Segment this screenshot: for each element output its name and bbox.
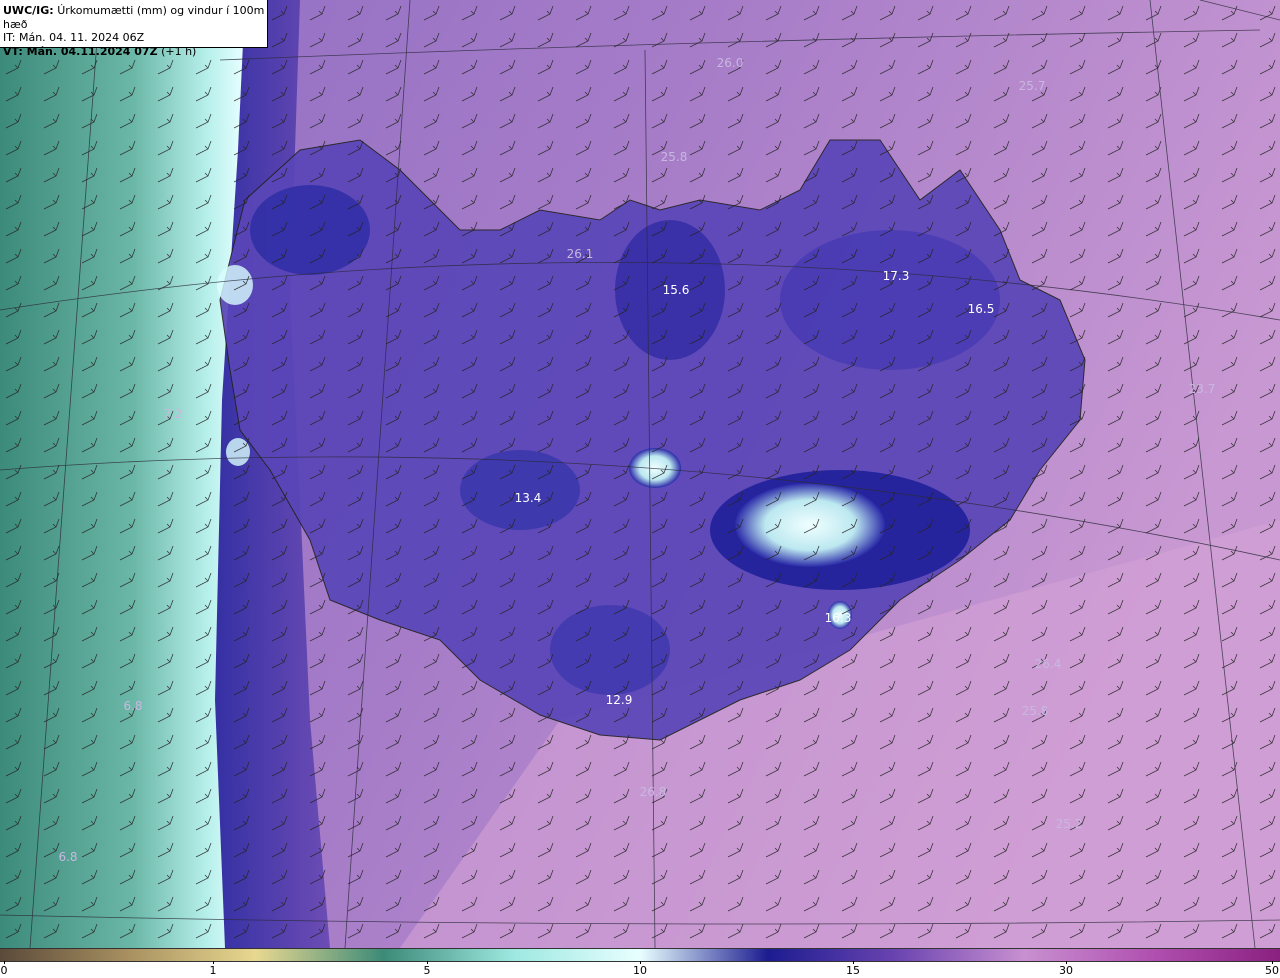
map-header: UWC/IG: Úrkomumætti (mm) og vindur í 100… [0, 0, 268, 58]
map-value-label: 6.8 [58, 850, 78, 864]
map-value-label: 25.2 [1055, 817, 1083, 831]
map-value-label: 26.8 [639, 785, 667, 799]
colorbar-tick-label: 50 [1265, 964, 1279, 977]
colorbar-tick-label: 10 [633, 964, 647, 977]
colorbar-tick-label: 0 [0, 964, 8, 977]
precipitation-map: 26.0 25.7 25.8 26.1 15.6 17.3 16.5 23.7 7.2 13.4 1… [0, 0, 1280, 948]
forecast-offset: (+1 h) [161, 44, 197, 58]
map-value-label: 26.0 [716, 56, 744, 70]
colorbar: 0 1 5 10 15 30 50 [0, 948, 1280, 978]
map-value-label: 25.8 [1021, 704, 1049, 718]
map-value-label: 26.1 [566, 247, 594, 261]
map-value-label: 6.8 [123, 699, 143, 713]
map-value-label: 7.2 [163, 407, 183, 421]
wind-barbs-layer [0, 0, 1280, 948]
map-value-label: 17.3 [882, 269, 910, 283]
map-value-label: 12.9 [605, 693, 633, 707]
map-value-label: 25.8 [660, 150, 688, 164]
colorbar-strip [0, 948, 1280, 962]
map-value-label: 16.5 [967, 302, 995, 316]
colorbar-tick-label: 15 [846, 964, 860, 977]
map-value-label: 23.7 [1188, 382, 1216, 396]
colorbar-tick-label: 1 [209, 964, 217, 977]
product-code: UWC/IG: [3, 4, 54, 17]
colorbar-tick-label: 30 [1059, 964, 1073, 977]
map-value-label: 25.7 [1018, 79, 1046, 93]
map-value-label: 13.4 [514, 491, 542, 505]
colorbar-tick-label: 5 [423, 964, 431, 977]
map-value-label: 15.6 [662, 283, 690, 297]
map-value-label: 16.3 [824, 611, 852, 625]
initial-time: IT: Mán. 04. 11. 2024 06Z [3, 31, 145, 44]
map-value-label: 26.4 [1034, 657, 1062, 671]
valid-time: VT: Mán. 04.11.2024 07Z [3, 44, 158, 58]
